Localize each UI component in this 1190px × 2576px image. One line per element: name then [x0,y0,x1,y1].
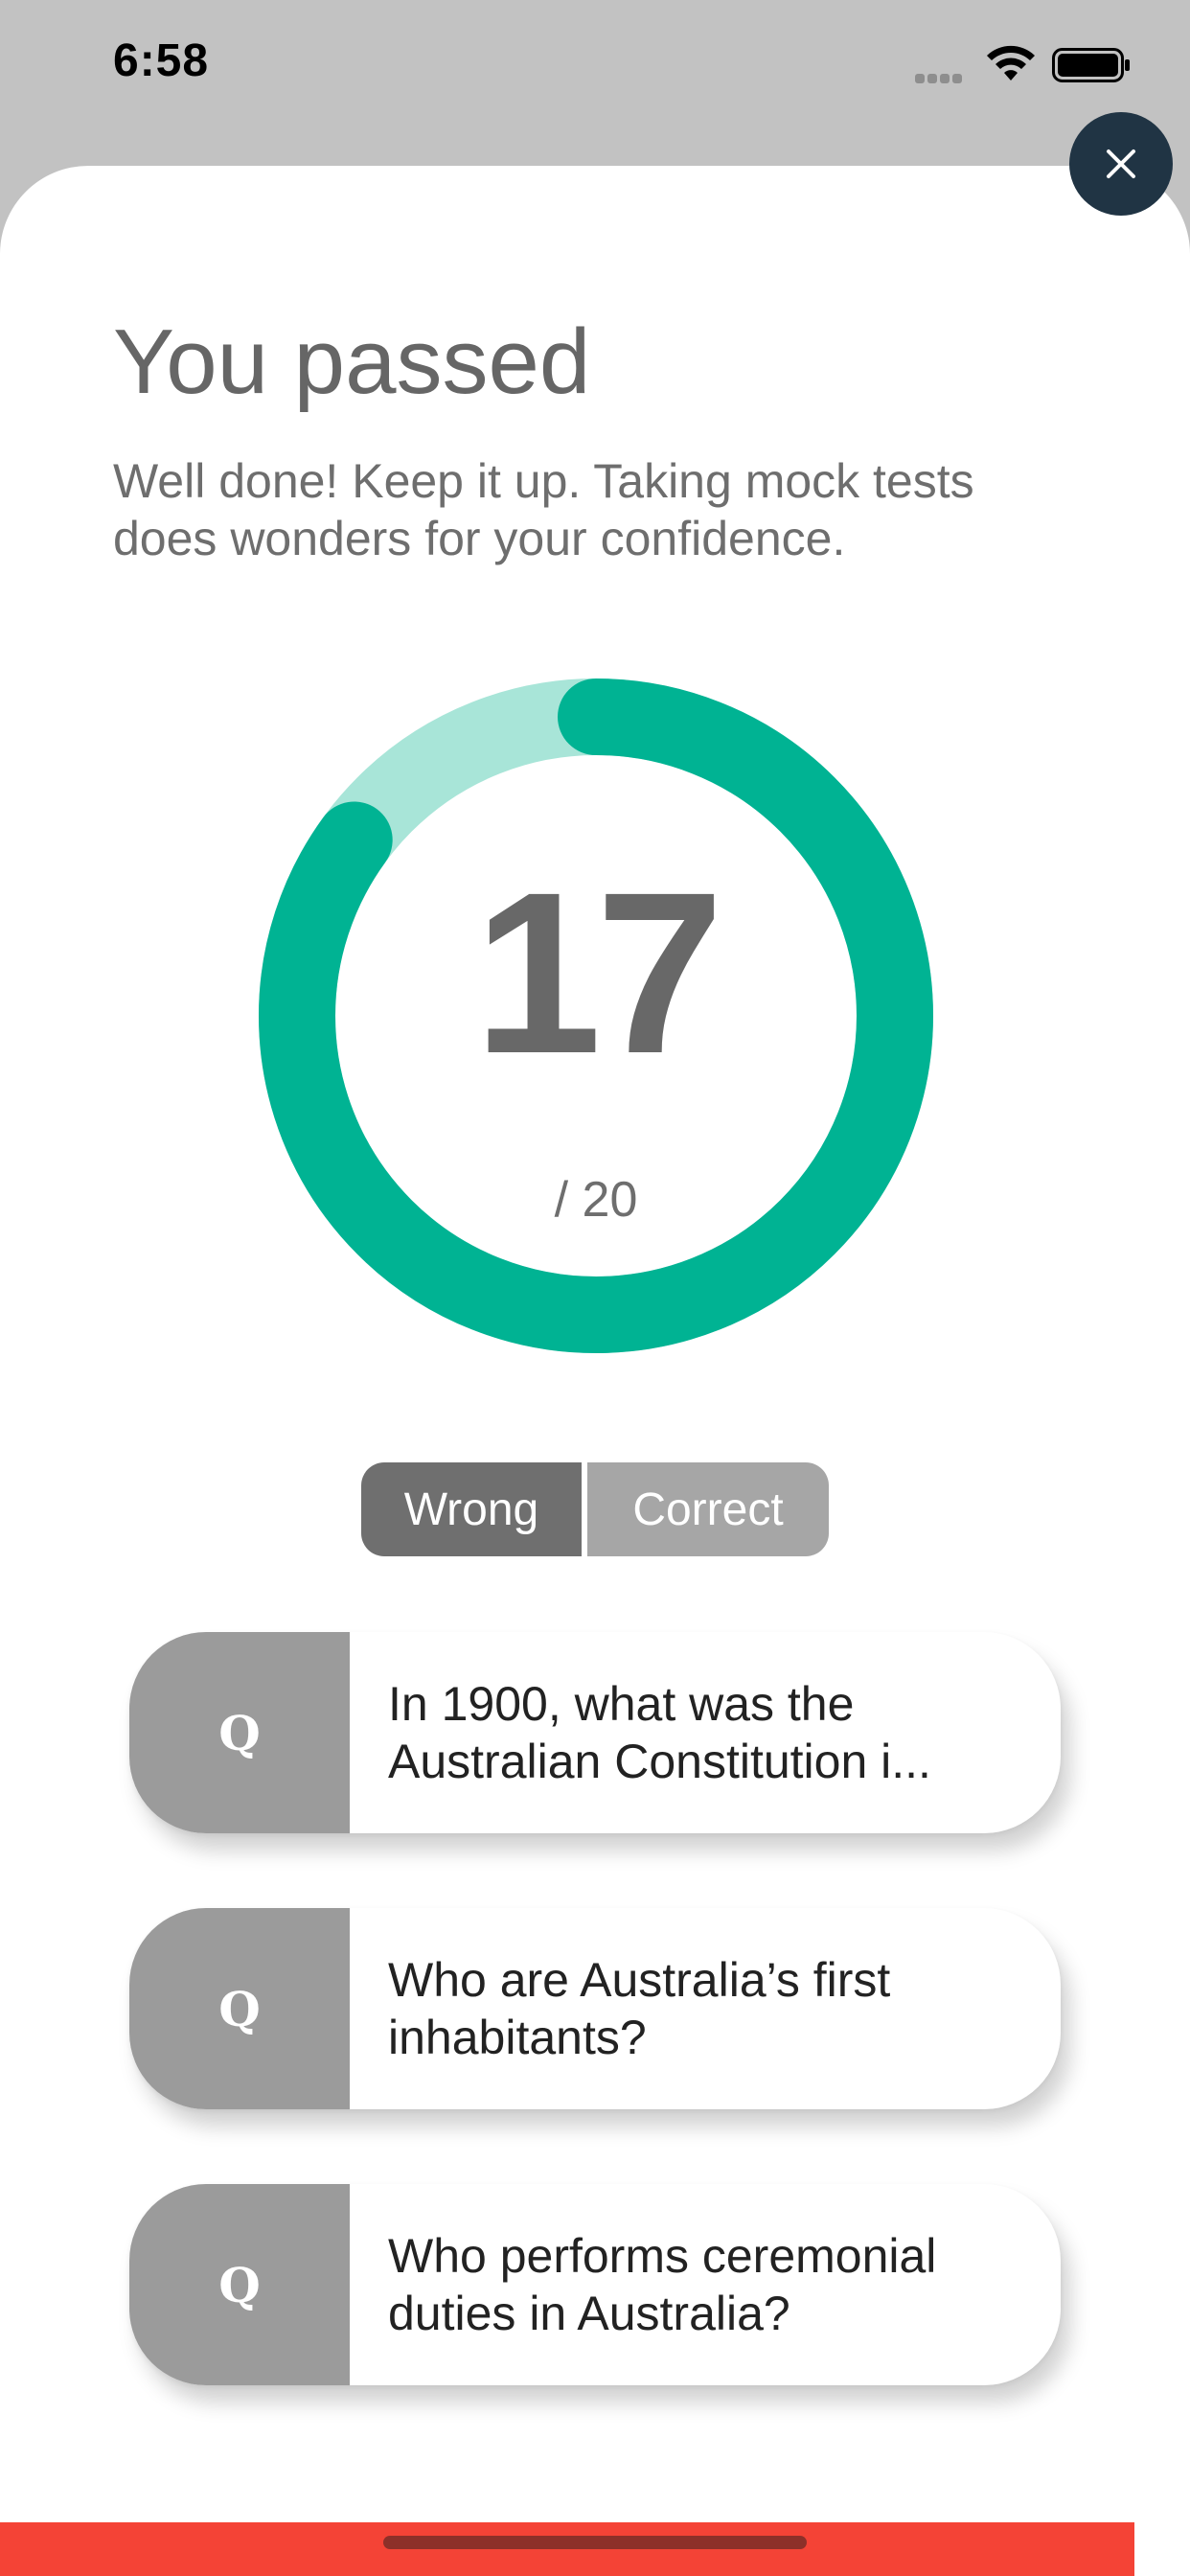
question-badge: Q [129,1908,350,2109]
question-text: Who are Australia’s first inhabitants? [388,1953,891,2064]
question-text: In 1900, what was the Australian Constit… [388,1677,931,1788]
question-card[interactable]: Q In 1900, what was the Australian Const… [129,1632,1061,1833]
correct-tab[interactable]: Correct [587,1462,829,1556]
result-title: You passed [113,310,591,413]
result-message: Well done! Keep it up. Taking mock tests… [113,454,974,565]
question-text: Who performs ceremonial duties in Austra… [388,2229,937,2340]
wifi-icon [987,45,1035,80]
question-badge: Q [129,1632,350,1833]
bottom-banner [0,2522,1134,2576]
status-bar: 6:58 [0,0,1190,144]
question-card[interactable]: Q Who are Australia’s first inhabitants? [129,1908,1061,2109]
close-button[interactable] [1069,112,1173,216]
close-icon [1107,150,1135,178]
wrong-tab[interactable]: Wrong [361,1462,582,1556]
battery-icon [1052,48,1130,82]
score-total: / 20 [554,1172,638,1228]
status-time: 6:58 [113,35,210,86]
question-badge: Q [129,2184,350,2385]
cellular-signal-icon [915,71,971,83]
wrong-correct-segmented-control: Wrong Correct [361,1462,829,1556]
score-value: 17 [473,844,724,1101]
question-card[interactable]: Q Who performs ceremonial duties in Aust… [129,2184,1061,2385]
home-indicator[interactable] [383,2536,807,2549]
